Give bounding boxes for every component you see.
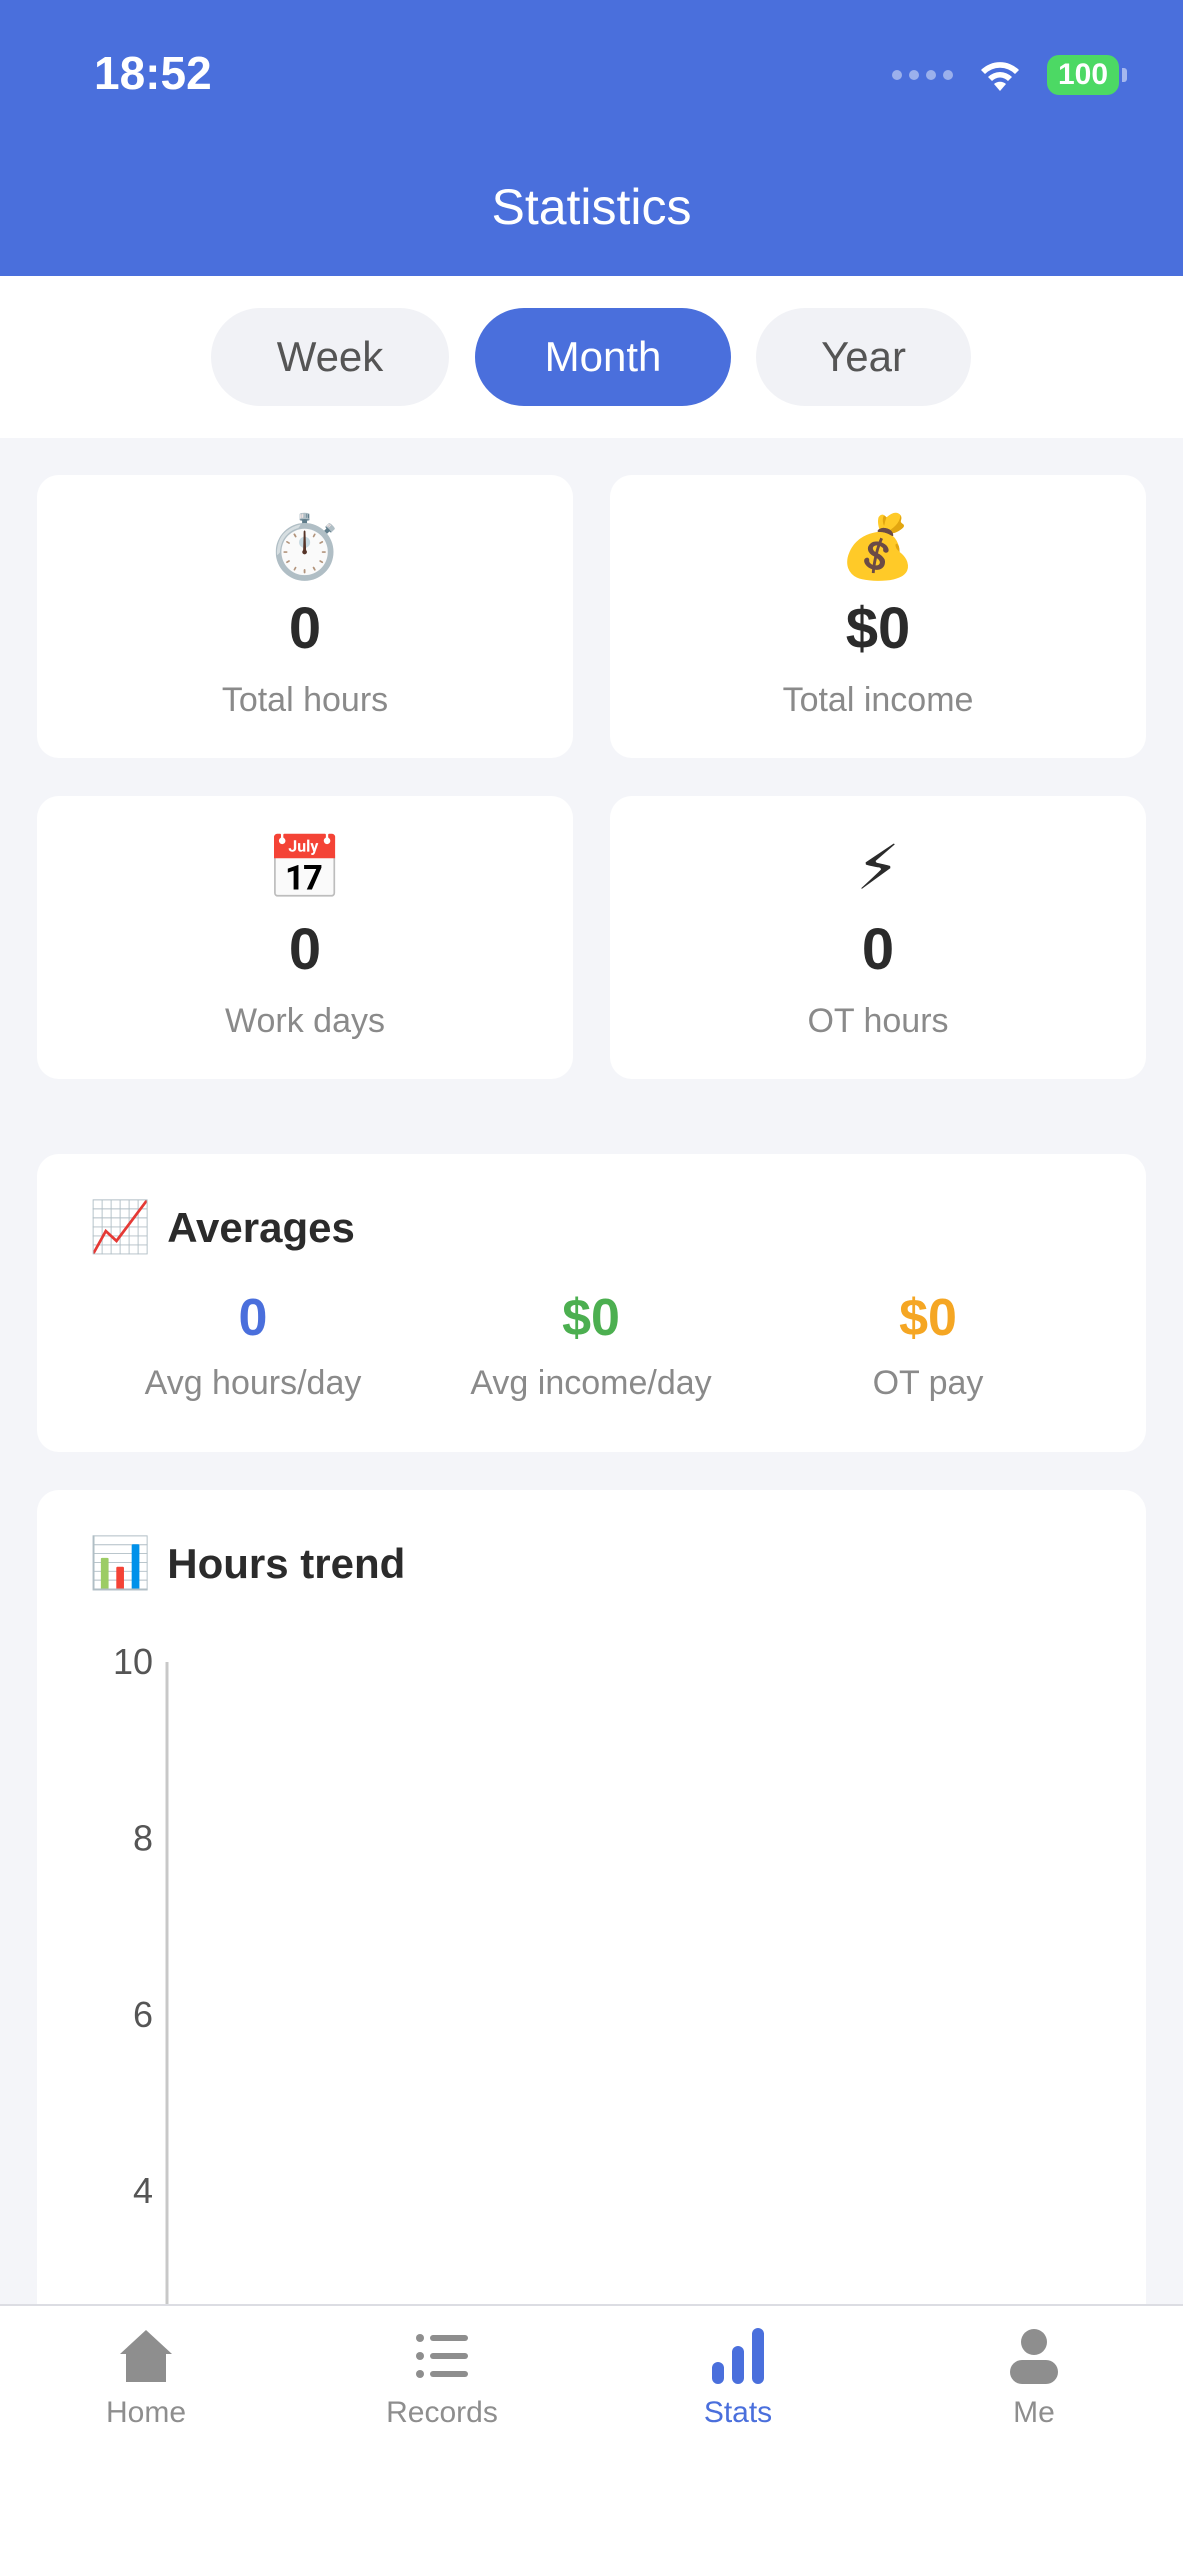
tab-me-label: Me [1013,2396,1055,2429]
wifi-icon [975,55,1025,95]
stat-card-total-income: 💰 $0 Total income [610,475,1146,758]
tab-stats-label: Stats [703,2396,773,2429]
stat-value: 0 [288,596,322,661]
averages-card: 📈 Averages 0 Avg hours/day $0 Avg income… [37,1154,1146,1452]
status-indicators: 100 [892,50,1127,100]
stat-label: OT hours [807,1002,949,1040]
avg-value: 0 [238,1289,268,1347]
chart-up-icon: 📈 [89,1199,152,1255]
hours-trend-chart: 108642 [113,1641,169,2350]
avg-label: Avg income/day [470,1364,712,1402]
hours-trend-card: 📊 Hours trend 108642 [37,1490,1146,2350]
person-icon [1010,2329,1058,2384]
tab-week[interactable]: Week [211,308,449,406]
y-tick-label: 6 [133,1994,153,2035]
averages-title-text: Averages [167,1203,355,1251]
stat-card-ot-hours: ⚡ 0 OT hours [610,796,1146,1079]
stopwatch-icon: ⏱️ [266,513,344,582]
tab-month[interactable]: Month [475,308,731,406]
bar-chart-icon [712,2328,764,2384]
tab-year[interactable]: Year [756,308,971,406]
app-header: 18:52 100 Statistics [0,0,1183,276]
stat-label: Total income [782,681,974,719]
battery-icon: 100 [1047,55,1127,95]
avg-income-per-day: $0 Avg income/day [426,1288,756,1403]
stat-value: $0 [845,596,911,661]
battery-level: 100 [1047,55,1119,95]
bottom-tab-bar: Home Records Stats Me [0,2304,1183,2560]
tab-home[interactable]: Home [46,2326,246,2430]
stat-value: 0 [861,917,895,982]
status-time: 18:52 [94,47,212,99]
y-tick-label: 8 [133,1817,153,1858]
money-bag-icon: 💰 [839,513,917,582]
avg-value: $0 [899,1289,957,1347]
tab-records-label: Records [386,2396,498,2429]
tab-records[interactable]: Records [342,2326,542,2430]
tab-stats[interactable]: Stats [638,2326,838,2430]
list-icon [416,2334,468,2378]
avg-value: $0 [562,1289,620,1347]
avg-label: OT pay [872,1364,984,1402]
averages-title: 📈 Averages [89,1198,355,1257]
stat-card-work-days: 📅 0 Work days [37,796,573,1079]
ot-pay: $0 OT pay [763,1288,1093,1403]
avg-hours-per-day: 0 Avg hours/day [88,1288,418,1403]
stat-label: Work days [225,1002,385,1040]
tab-home-label: Home [105,2396,187,2429]
period-selector: Week Month Year [0,276,1183,438]
stat-label: Total hours [221,681,389,719]
avg-label: Avg hours/day [144,1364,362,1402]
stat-value: 0 [288,917,322,982]
cellular-signal-icon [892,70,953,80]
tab-me[interactable]: Me [934,2326,1134,2430]
y-tick-label: 4 [133,2170,153,2211]
lightning-icon: ⚡ [856,834,900,903]
home-icon [120,2330,172,2382]
calendar-icon: 📅 [266,834,344,903]
page-title: Statistics [491,179,692,235]
stat-card-total-hours: ⏱️ 0 Total hours [37,475,573,758]
y-tick-label: 10 [113,1641,153,1682]
